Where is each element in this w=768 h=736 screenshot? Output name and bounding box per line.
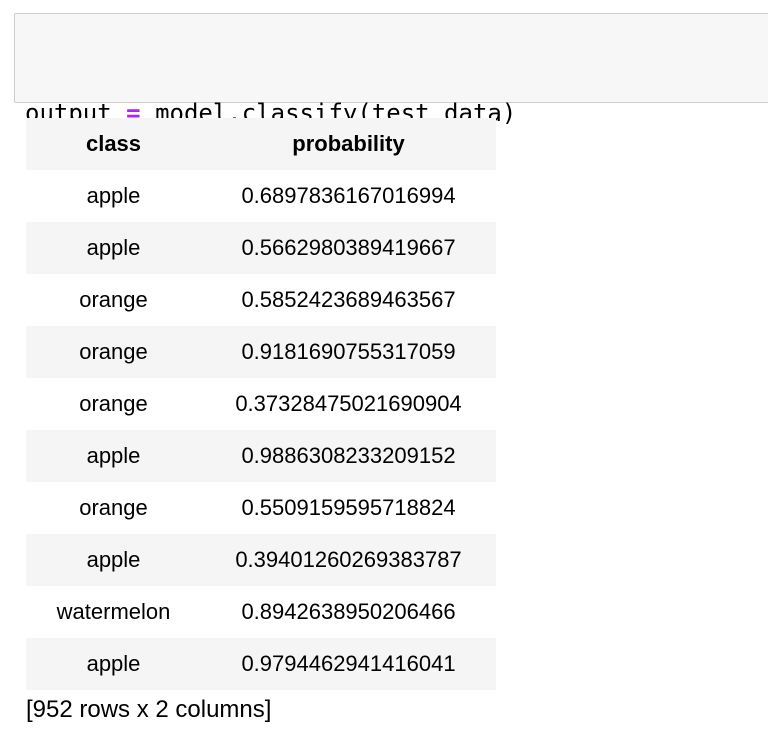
cell-probability: 0.5509159595718824 — [201, 482, 496, 534]
table-row: apple 0.9886308233209152 — [26, 430, 496, 482]
table-row: apple 0.5662980389419667 — [26, 222, 496, 274]
cell-class: apple — [26, 170, 201, 222]
table-row: orange 0.37328475021690904 — [26, 378, 496, 430]
dataframe-table: class probability apple 0.68978361670169… — [26, 118, 496, 690]
cell-probability: 0.6897836167016994 — [201, 170, 496, 222]
cell-output: class probability apple 0.68978361670169… — [26, 118, 496, 690]
column-header-probability: probability — [201, 118, 496, 170]
cell-probability: 0.5662980389419667 — [201, 222, 496, 274]
cell-class: apple — [26, 534, 201, 586]
cell-class: apple — [26, 638, 201, 690]
cell-class: orange — [26, 378, 201, 430]
table-row: orange 0.5509159595718824 — [26, 482, 496, 534]
table-row: watermelon 0.8942638950206466 — [26, 586, 496, 638]
table-row: apple 0.6897836167016994 — [26, 170, 496, 222]
table-row: orange 0.5852423689463567 — [26, 274, 496, 326]
cell-probability: 0.9886308233209152 — [201, 430, 496, 482]
table-row: apple 0.9794462941416041 — [26, 638, 496, 690]
cell-probability: 0.9794462941416041 — [201, 638, 496, 690]
cell-class: watermelon — [26, 586, 201, 638]
code-cell-input[interactable]: output = model.classify(test_data) outpu… — [14, 13, 768, 229]
table-row: orange 0.9181690755317059 — [26, 326, 496, 378]
cell-probability: 0.8942638950206466 — [201, 586, 496, 638]
table-row: apple 0.39401260269383787 — [26, 534, 496, 586]
cell-probability: 0.39401260269383787 — [201, 534, 496, 586]
column-header-class: class — [26, 118, 201, 170]
cell-class: apple — [26, 430, 201, 482]
cell-class: orange — [26, 482, 201, 534]
cell-probability: 0.9181690755317059 — [201, 326, 496, 378]
table-header-row: class probability — [26, 118, 496, 170]
dataframe-shape-info: [952 rows x 2 columns] — [26, 696, 272, 723]
cell-probability: 0.37328475021690904 — [201, 378, 496, 430]
cell-probability: 0.5852423689463567 — [201, 274, 496, 326]
cell-class: apple — [26, 222, 201, 274]
cell-class: orange — [26, 274, 201, 326]
cell-class: orange — [26, 326, 201, 378]
